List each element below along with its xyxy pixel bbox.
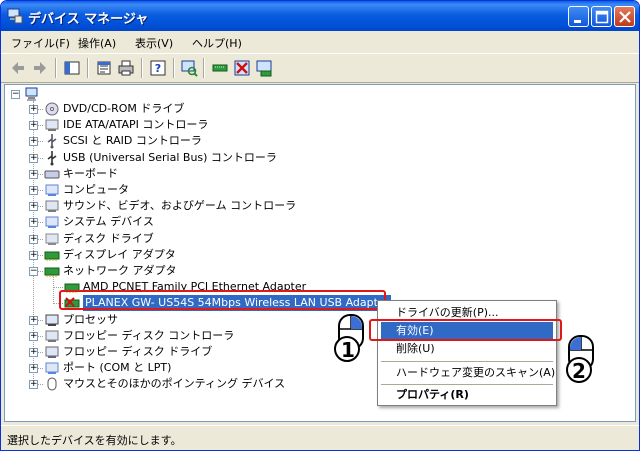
ctx-separator	[381, 384, 553, 385]
forward-icon[interactable]	[31, 59, 49, 77]
mouse-icon	[47, 377, 57, 391]
tree-item-label: フロッピー ディスク コントローラ	[63, 329, 235, 342]
properties-icon[interactable]	[95, 59, 113, 77]
tree-item-label: サウンド、ビデオ、およびゲーム コントローラ	[63, 199, 297, 212]
highlight-selected-device	[59, 290, 386, 310]
close-button[interactable]	[614, 6, 635, 27]
sound-icon	[45, 200, 59, 212]
toolbar-separator	[87, 58, 89, 78]
tree-item-label: IDE ATA/ATAPI コントローラ	[63, 118, 209, 131]
computer-root-icon[interactable]	[24, 86, 40, 102]
ctx-uninstall[interactable]: 削除(U)	[381, 340, 553, 358]
close-icon	[619, 11, 631, 23]
tree-item-label: USB (Universal Serial Bus) コントローラ	[63, 151, 277, 164]
network-adapter-icon	[44, 267, 60, 277]
expand-button[interactable]: +	[29, 380, 38, 389]
tree-item-label: システム デバイス	[63, 215, 154, 228]
menu-help[interactable]: ヘルプ(H)	[192, 35, 242, 51]
title-bar[interactable]: デバイス マネージャ	[1, 1, 639, 31]
usb-icon	[47, 151, 57, 166]
scan-hardware-icon[interactable]	[180, 59, 198, 77]
context-menu: ドライバの更新(P)... 有効(E) 削除(U) ハードウェア変更のスキャン(…	[377, 300, 557, 406]
tree-item-label: SCSI と RAID コントローラ	[63, 134, 202, 147]
floppy-drive-icon	[45, 346, 59, 358]
expand-button[interactable]: +	[29, 364, 38, 373]
device-manager-icon	[7, 8, 23, 24]
menu-file[interactable]: ファイル(F)	[11, 35, 70, 51]
status-bar: 選択したデバイスを有効にします。	[1, 425, 639, 450]
menu-view[interactable]: 表示(V)	[135, 35, 173, 51]
menu-action[interactable]: 操作(A)	[78, 35, 116, 51]
computer-icon	[45, 184, 59, 196]
step-1-label: 1	[341, 338, 355, 362]
back-icon[interactable]	[9, 59, 27, 77]
expand-button[interactable]: +	[29, 137, 38, 146]
tree-item-label: キーボード	[63, 167, 118, 180]
disk-drive-icon	[45, 233, 59, 245]
maximize-icon	[595, 10, 609, 24]
update-driver-icon[interactable]	[211, 59, 229, 77]
minimize-icon	[574, 20, 581, 23]
expand-button[interactable]: +	[29, 202, 38, 211]
step-2-label: 2	[572, 359, 586, 383]
show-hide-tree-icon[interactable]	[63, 59, 81, 77]
system-device-icon	[45, 216, 59, 228]
cdrom-icon	[45, 102, 59, 116]
expand-button[interactable]: +	[29, 348, 38, 357]
help-icon[interactable]: ?	[149, 59, 167, 77]
display-adapter-icon	[44, 251, 60, 261]
window-title: デバイス マネージャ	[28, 12, 149, 27]
disable-device-icon[interactable]	[233, 59, 251, 77]
floppy-controller-icon	[45, 330, 59, 342]
device-manager-window: デバイス マネージャ ファイル(F) 操作(A) 表示(V) ヘルプ(H) ?	[0, 0, 640, 451]
menu-bar: ファイル(F) 操作(A) 表示(V) ヘルプ(H)	[1, 31, 639, 54]
tree-item-label: マウスとそのほかのポインティング デバイス	[63, 377, 286, 390]
root-collapse-button[interactable]: −	[11, 90, 20, 99]
tree-item-label: フロッピー ディスク ドライブ	[63, 345, 213, 358]
expand-button[interactable]: +	[29, 170, 38, 179]
expand-button[interactable]: +	[29, 218, 38, 227]
toolbar-separator	[141, 58, 143, 78]
ctx-properties[interactable]: プロパティ(R)	[381, 386, 553, 404]
collapse-button[interactable]: −	[29, 267, 38, 276]
expand-button[interactable]: +	[29, 186, 38, 195]
enable-device-icon[interactable]	[255, 59, 273, 77]
tree-item-label: コンピュータ	[63, 183, 129, 196]
tree-item-label: ディスプレイ アダプタ	[63, 248, 176, 261]
expand-button[interactable]: +	[29, 332, 38, 341]
ctx-scan-hardware[interactable]: ハードウェア変更のスキャン(A)	[381, 364, 555, 382]
toolbar-separator	[173, 58, 175, 78]
tree-item-label: ポート (COM と LPT)	[63, 361, 172, 374]
tree-connector	[53, 287, 63, 288]
expand-button[interactable]: +	[29, 235, 38, 244]
ctx-separator	[381, 361, 553, 362]
keyboard-icon	[44, 170, 60, 179]
ide-controller-icon	[45, 119, 59, 131]
expand-button[interactable]: +	[29, 105, 38, 114]
expand-button[interactable]: +	[29, 251, 38, 260]
scsi-icon	[47, 134, 57, 149]
toolbar-separator	[55, 58, 57, 78]
highlight-enable-item	[369, 319, 562, 341]
toolbar: ?	[1, 54, 639, 83]
tree-item-label: ディスク ドライブ	[63, 232, 154, 245]
toolbar-separator	[203, 58, 205, 78]
status-text: 選択したデバイスを有効にします。	[7, 434, 182, 447]
tree-item-label: DVD/CD-ROM ドライブ	[63, 102, 185, 115]
tree-item-label: ネットワーク アダプタ	[63, 264, 177, 277]
tree-item-label: プロセッサ	[63, 313, 118, 326]
expand-button[interactable]: +	[29, 154, 38, 163]
maximize-button[interactable]	[591, 6, 612, 27]
minimize-button[interactable]	[568, 6, 589, 27]
processor-icon	[45, 314, 59, 326]
svg-text:?: ?	[155, 62, 161, 75]
port-icon	[45, 362, 59, 374]
expand-button[interactable]: +	[29, 316, 38, 325]
expand-button[interactable]: +	[29, 121, 38, 130]
print-icon[interactable]	[117, 59, 135, 77]
